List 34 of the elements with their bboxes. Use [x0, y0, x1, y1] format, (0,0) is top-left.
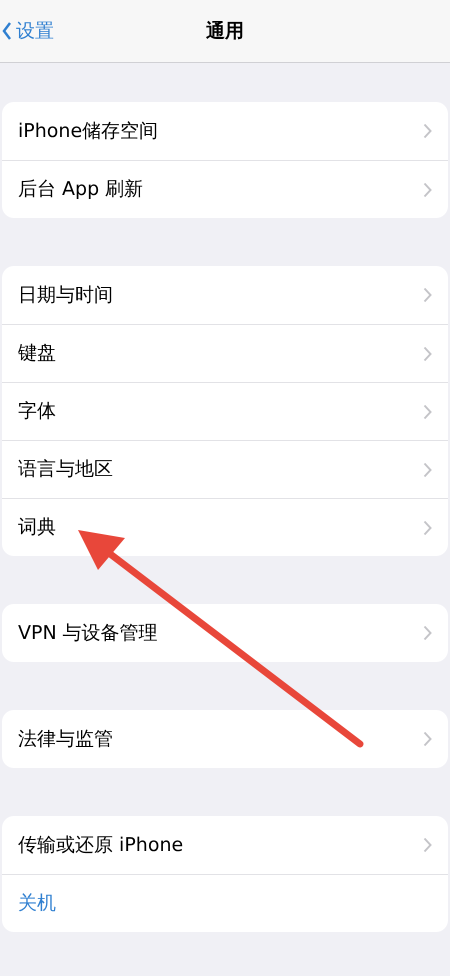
- settings-row[interactable]: 关机: [2, 874, 448, 932]
- settings-row[interactable]: 键盘: [2, 324, 448, 382]
- chevron-right-icon: [423, 346, 432, 362]
- row-label: 词典: [18, 515, 56, 540]
- row-label: 字体: [18, 399, 56, 424]
- navigation-title: 通用: [206, 18, 244, 44]
- chevron-right-icon: [423, 462, 432, 478]
- row-label: 传输或还原 iPhone: [18, 832, 184, 858]
- chevron-right-icon: [423, 404, 432, 420]
- settings-row[interactable]: 字体: [2, 382, 448, 440]
- chevron-right-icon: [423, 731, 432, 747]
- row-label: 键盘: [18, 341, 56, 366]
- settings-row[interactable]: 语言与地区: [2, 440, 448, 498]
- chevron-left-icon: [2, 21, 12, 41]
- chevron-right-icon: [423, 837, 432, 853]
- row-label: 关机: [18, 891, 56, 916]
- back-button[interactable]: 设置: [0, 16, 54, 46]
- row-label: 后台 App 刷新: [18, 177, 144, 202]
- row-label: iPhone储存空间: [18, 118, 158, 144]
- chevron-right-icon: [423, 123, 432, 139]
- row-label: VPN 与设备管理: [18, 620, 158, 646]
- row-label: 语言与地区: [18, 457, 113, 482]
- chevron-right-icon: [423, 182, 432, 198]
- settings-row[interactable]: 法律与监管: [2, 710, 448, 768]
- row-label: 日期与时间: [18, 282, 113, 308]
- settings-row[interactable]: 日期与时间: [2, 266, 448, 324]
- chevron-right-icon: [423, 287, 432, 303]
- settings-row[interactable]: VPN 与设备管理: [2, 604, 448, 662]
- settings-row[interactable]: 后台 App 刷新: [2, 160, 448, 218]
- settings-row[interactable]: 传输或还原 iPhone: [2, 816, 448, 874]
- settings-row[interactable]: iPhone储存空间: [2, 102, 448, 160]
- row-label: 法律与监管: [18, 726, 113, 752]
- chevron-right-icon: [423, 520, 432, 536]
- chevron-right-icon: [423, 625, 432, 641]
